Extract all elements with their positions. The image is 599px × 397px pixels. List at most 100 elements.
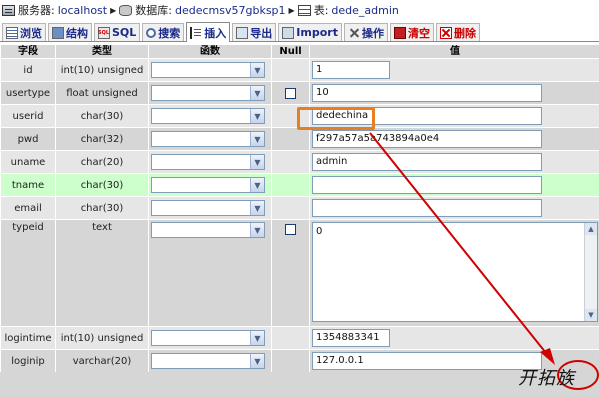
highlight-box [297, 107, 375, 130]
tab-empty[interactable]: 清空 [389, 23, 434, 41]
value-input[interactable]: f297a57a5a743894a0e4 [312, 130, 542, 148]
tab-sql[interactable]: SQL [94, 23, 141, 41]
function-cell: ▼ [149, 220, 271, 326]
value-cell: admin [310, 151, 599, 173]
null-cell [272, 350, 309, 372]
tab-drop[interactable]: 删除 [435, 23, 480, 41]
function-select[interactable]: ▼ [151, 222, 265, 238]
tab-structure[interactable]: 结构 [48, 23, 92, 41]
field-name: userid [1, 105, 55, 127]
tab-insert[interactable]: 插入 [186, 22, 231, 42]
value-cell: 1 [310, 59, 599, 81]
tab-import[interactable]: Import [278, 23, 342, 41]
server-icon [2, 4, 15, 16]
value-cell: f297a57a5a743894a0e4 [310, 128, 599, 150]
breadcrumb-separator-icon: ▶ [110, 5, 117, 15]
table-row: email char(30) ▼ [1, 197, 599, 219]
value-input[interactable]: 1 [312, 61, 390, 79]
column-header-null: Null [272, 45, 309, 58]
chevron-down-icon: ▼ [250, 354, 264, 368]
textarea-scrollbar[interactable]: ▲ ▼ [584, 223, 597, 321]
function-select[interactable]: ▼ [151, 177, 265, 193]
function-cell: ▼ [149, 105, 271, 127]
tab-search[interactable]: 搜索 [142, 23, 185, 41]
tab-label: 结构 [66, 26, 88, 40]
column-header-type: 类型 [56, 45, 148, 58]
tab-browse[interactable]: 浏览 [2, 23, 46, 41]
tab-label: 操作 [361, 26, 384, 40]
drop-icon [439, 26, 452, 39]
function-select[interactable]: ▼ [151, 108, 265, 124]
function-select[interactable]: ▼ [151, 131, 265, 147]
browse-icon [6, 26, 18, 39]
tab-bar: 浏览 结构 SQL 搜索 插入 导出 Import 操作 清空 删除 [0, 22, 599, 42]
function-cell: ▼ [149, 151, 271, 173]
chevron-down-icon: ▼ [250, 201, 264, 215]
function-select[interactable]: ▼ [151, 154, 265, 170]
breadcrumb-separator-icon: ▶ [288, 5, 295, 15]
table-row: id int(10) unsigned ▼ 1 [1, 59, 599, 81]
null-checkbox[interactable] [285, 87, 296, 99]
column-header-field: 字段 [1, 45, 55, 58]
table-link[interactable]: dede_admin [331, 4, 398, 17]
tab-export[interactable]: 导出 [232, 23, 277, 41]
field-type: int(10) unsigned [56, 59, 148, 81]
function-select[interactable]: ▼ [151, 330, 265, 346]
column-header-value: 值 [310, 45, 599, 58]
breadcrumb: 服务器: localhost ▶ 数据库: dedecmsv57gbksp1 ▶… [0, 0, 599, 20]
field-type: float unsigned [56, 82, 148, 104]
insert-table: 字段 类型 函数 Null 值 id int(10) unsigned ▼ 1 … [0, 44, 599, 373]
function-cell: ▼ [149, 128, 271, 150]
column-header-function: 函数 [149, 45, 271, 58]
chevron-down-icon: ▼ [250, 63, 264, 77]
value-input[interactable] [312, 176, 542, 194]
tab-label: 清空 [407, 26, 430, 40]
database-link[interactable]: dedecmsv57gbksp1 [175, 4, 286, 17]
chevron-down-icon: ▼ [250, 331, 264, 345]
function-select[interactable]: ▼ [151, 85, 265, 101]
value-input[interactable]: admin [312, 153, 542, 171]
chevron-down-icon: ▼ [250, 132, 264, 146]
field-type: char(32) [56, 128, 148, 150]
sql-icon [98, 26, 110, 39]
table-row: logintime int(10) unsigned ▼ 1354883341 [1, 327, 599, 349]
null-checkbox[interactable] [285, 224, 296, 235]
search-icon [146, 27, 157, 38]
database-icon [119, 4, 133, 16]
tab-label: 导出 [250, 26, 273, 40]
value-input[interactable]: 1354883341 [312, 329, 390, 347]
scroll-up-icon[interactable]: ▲ [585, 223, 597, 235]
field-type: char(30) [56, 174, 148, 196]
null-cell [272, 174, 309, 196]
tab-operations[interactable]: 操作 [343, 23, 388, 41]
function-select[interactable]: ▼ [151, 62, 265, 78]
null-cell [272, 327, 309, 349]
field-type: char(20) [56, 151, 148, 173]
tab-label: Import [296, 26, 338, 39]
table-icon [297, 4, 311, 16]
server-link[interactable]: localhost [58, 4, 107, 17]
value-cell [310, 197, 599, 219]
value-cell: 1354883341 [310, 327, 599, 349]
function-cell: ▼ [149, 350, 271, 372]
value-input[interactable]: 127.0.0.1 [312, 352, 542, 370]
field-type: char(30) [56, 105, 148, 127]
field-name: logintime [1, 327, 55, 349]
field-name: pwd [1, 128, 55, 150]
field-name: typeid [1, 220, 55, 326]
value-input[interactable]: 10 [312, 84, 542, 102]
function-select[interactable]: ▼ [151, 353, 265, 369]
null-cell [272, 59, 309, 81]
field-name: tname [1, 174, 55, 196]
function-select[interactable]: ▼ [151, 200, 265, 216]
import-icon [282, 26, 295, 39]
value-textarea[interactable]: 0 ▲ ▼ [312, 222, 598, 322]
field-name: usertype [1, 82, 55, 104]
null-cell [272, 197, 309, 219]
chevron-down-icon: ▼ [250, 223, 264, 237]
function-cell: ▼ [149, 197, 271, 219]
tab-label: 搜索 [158, 26, 181, 40]
value-input[interactable] [312, 199, 542, 217]
insert-icon [190, 26, 203, 39]
scroll-down-icon[interactable]: ▼ [585, 309, 597, 321]
